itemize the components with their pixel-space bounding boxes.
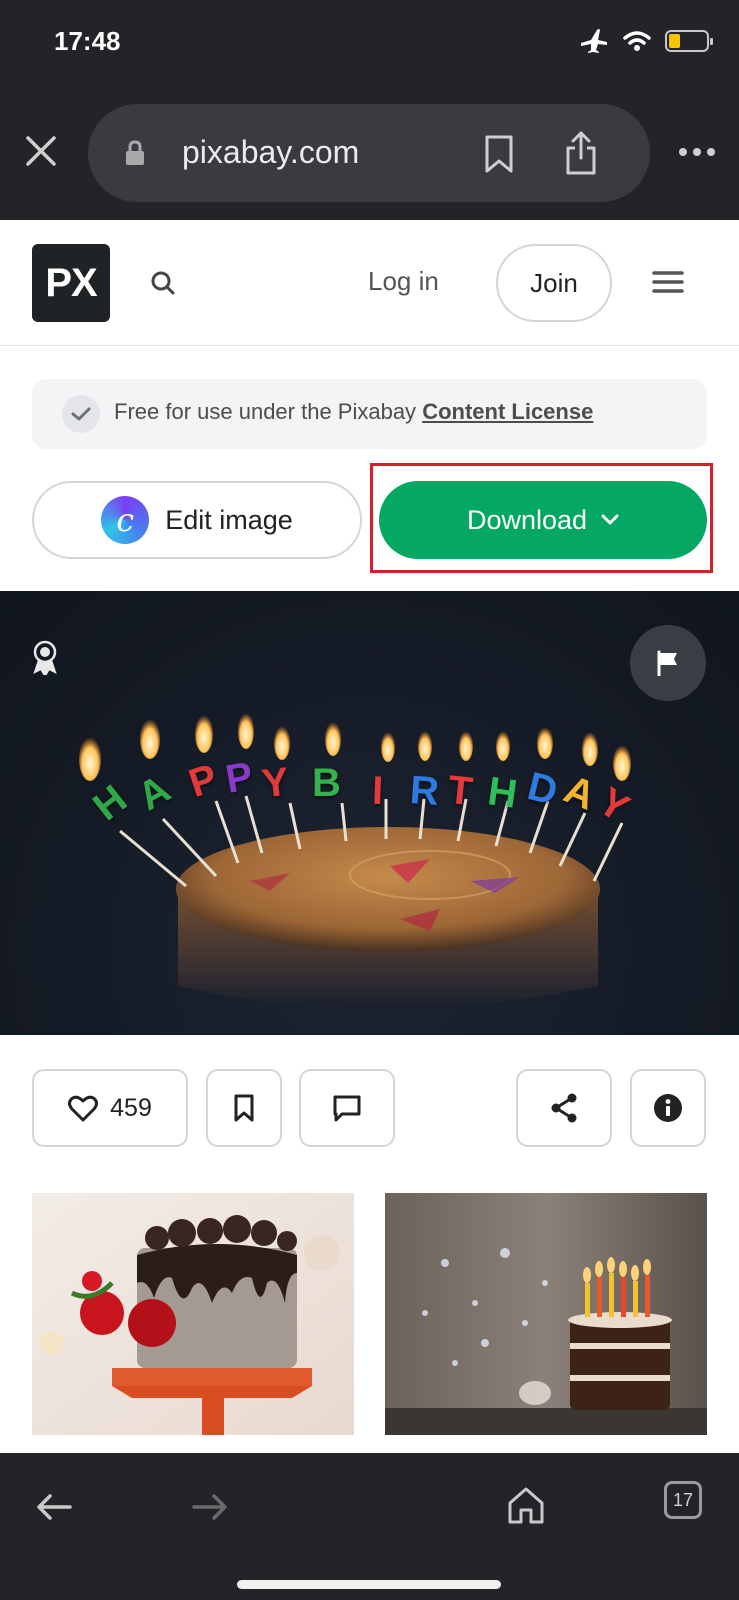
tabs-button[interactable]: 17 <box>664 1481 702 1519</box>
like-count: 459 <box>110 1093 152 1122</box>
candle-letter: D <box>523 764 562 814</box>
candle-letter: B <box>312 761 341 805</box>
candle-letters: HAPPYBIRTHDAY <box>0 591 739 1035</box>
share-icon[interactable] <box>564 130 598 176</box>
flag-icon <box>657 650 677 676</box>
forward-icon[interactable] <box>192 1493 228 1521</box>
comment-button[interactable] <box>299 1069 395 1147</box>
pixabay-logo[interactable]: PX <box>32 244 110 322</box>
canva-icon: c <box>101 496 150 544</box>
status-icons <box>579 28 713 54</box>
layer-cake-candles-image <box>385 1193 707 1435</box>
download-label: Download <box>466 504 588 535</box>
license-label: Free for use under the Pixabay <box>114 399 417 424</box>
candle-letter: T <box>445 767 475 815</box>
browser-bottom-toolbar: 17 <box>0 1453 739 1600</box>
report-flag-button[interactable] <box>630 625 706 701</box>
candle-letter: R <box>408 768 441 814</box>
bookmark-icon[interactable] <box>483 134 515 174</box>
check-icon <box>62 395 100 433</box>
info-button[interactable] <box>630 1069 706 1147</box>
lock-icon <box>126 140 144 165</box>
more-icon[interactable] <box>679 148 715 156</box>
related-thumbnail-2[interactable] <box>385 1193 707 1435</box>
download-button[interactable]: Download <box>379 481 707 559</box>
edit-image-label: Edit image <box>165 504 293 535</box>
browser-top-chrome: 17:48 pixabay.com <box>0 0 739 220</box>
hero-image[interactable]: HAPPYBIRTHDAY <box>0 591 739 1035</box>
share-button[interactable] <box>516 1069 612 1147</box>
content-license-link[interactable]: Content License <box>422 399 593 424</box>
license-banner: Free for use under the Pixabay Content L… <box>32 379 707 449</box>
candle-letter: P <box>222 754 257 802</box>
candle-letter: H <box>85 776 136 830</box>
save-button[interactable] <box>206 1069 282 1147</box>
info-icon <box>654 1094 682 1122</box>
license-text: Free for use under the Pixabay Content L… <box>114 399 593 425</box>
candle-letter: Y <box>259 759 291 807</box>
bookmark-icon <box>234 1094 254 1122</box>
url-text: pixabay.com <box>182 134 360 170</box>
edit-image-button[interactable]: c Edit image <box>32 481 362 559</box>
battery-level <box>669 34 680 48</box>
candle-letter: P <box>183 755 223 807</box>
site-header: PX Log in Join <box>0 220 739 346</box>
back-icon[interactable] <box>36 1493 72 1521</box>
join-button[interactable]: Join <box>496 244 612 322</box>
chocolate-drip-cake-image <box>32 1193 354 1435</box>
battery-icon <box>665 30 713 52</box>
candle-letter: H <box>485 769 520 817</box>
home-icon[interactable] <box>506 1485 546 1525</box>
menu-icon[interactable] <box>652 270 684 294</box>
heart-icon <box>68 1095 99 1121</box>
share-icon <box>551 1093 577 1123</box>
award-icon <box>33 640 57 675</box>
candle-letter: A <box>130 766 178 820</box>
close-icon[interactable] <box>24 134 58 168</box>
candle-letter: I <box>371 768 384 814</box>
comment-icon <box>333 1095 361 1122</box>
search-icon[interactable] <box>150 270 176 296</box>
wifi-icon <box>623 31 651 51</box>
related-thumbnail-1[interactable] <box>32 1193 354 1435</box>
like-button[interactable]: 459 <box>32 1069 188 1147</box>
status-time: 17:48 <box>54 26 121 56</box>
address-bar[interactable]: pixabay.com <box>88 104 650 202</box>
login-link[interactable]: Log in <box>368 266 439 297</box>
home-indicator <box>237 1580 501 1589</box>
chevron-down-icon <box>601 514 619 525</box>
airplane-icon <box>581 29 607 53</box>
